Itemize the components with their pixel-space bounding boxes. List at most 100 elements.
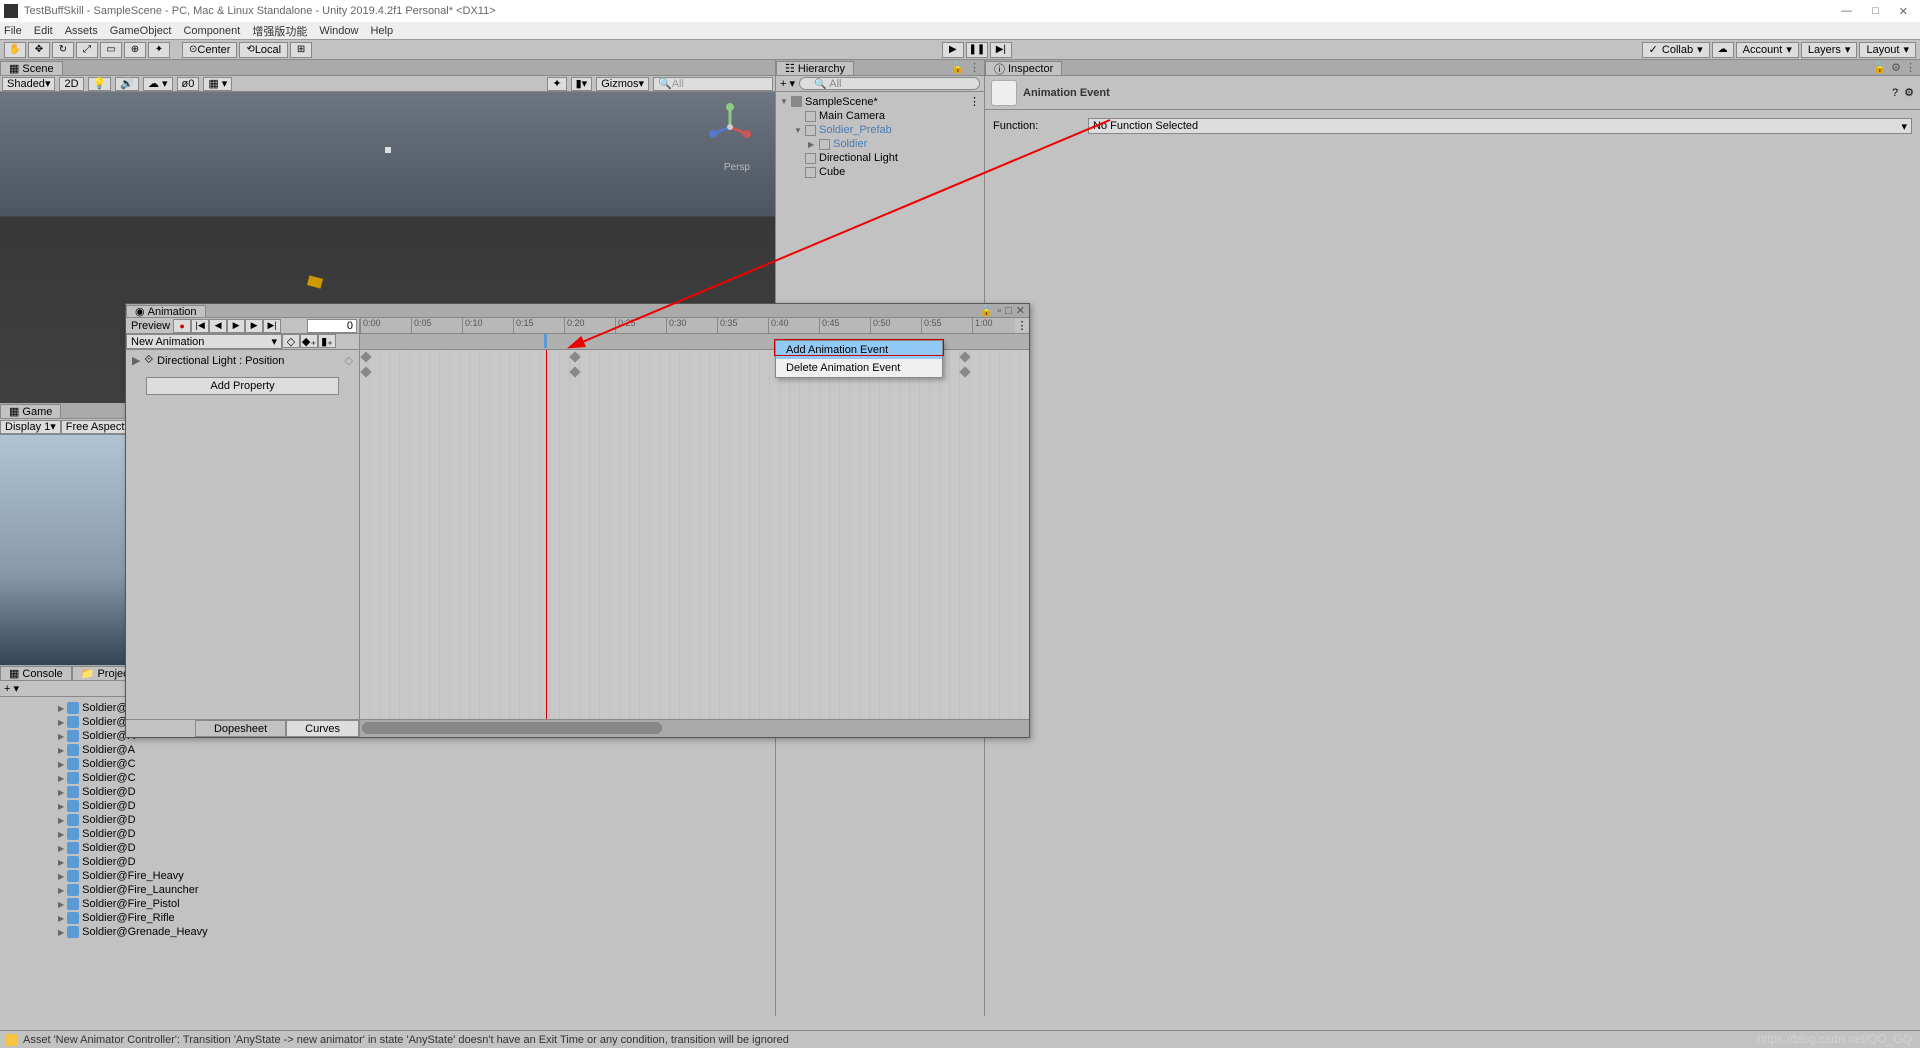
create-dropdown[interactable]: + ▾ <box>4 682 19 695</box>
asset-item[interactable]: ▶Soldier@D <box>0 799 775 813</box>
rect-tool-icon[interactable]: ▭ <box>100 42 122 58</box>
next-frame-button[interactable]: ▶ <box>245 319 263 333</box>
step-button[interactable]: ▶| <box>990 42 1012 58</box>
2d-toggle[interactable]: 2D <box>59 77 83 91</box>
close-icon[interactable]: ✕ <box>1016 304 1025 317</box>
add-property-button[interactable]: Add Property <box>146 377 339 395</box>
clip-dropdown[interactable]: New Animation▾ <box>126 334 282 349</box>
collab-dropdown[interactable]: ✓ Collab ▾ <box>1642 42 1710 58</box>
first-frame-button[interactable]: |◀ <box>191 319 209 333</box>
play-button[interactable]: ▶ <box>227 319 245 333</box>
asset-item[interactable]: ▶Soldier@D <box>0 841 775 855</box>
lock-icon[interactable]: 🔒 <box>1873 61 1887 74</box>
hierarchy-item[interactable]: Directional Light <box>776 151 984 165</box>
keyframe-indicator-icon[interactable]: ◇ <box>345 354 353 367</box>
ctx-delete-event[interactable]: Delete Animation Event <box>776 359 942 377</box>
create-dropdown[interactable]: + ▾ <box>780 77 795 90</box>
last-frame-button[interactable]: ▶| <box>263 319 281 333</box>
ruler-menu-icon[interactable]: ⋮ <box>1015 319 1029 332</box>
play-button[interactable]: ▶ <box>942 42 964 58</box>
camera-icon[interactable]: ✦ <box>547 77 566 91</box>
hierarchy-search[interactable]: 🔍 All <box>799 77 980 90</box>
hidden-toggle-icon[interactable]: ø0 <box>177 77 200 91</box>
add-event-button[interactable]: ▮₊ <box>318 334 336 348</box>
frame-input[interactable] <box>307 319 357 333</box>
scale-tool-icon[interactable]: ⤢ <box>76 42 98 58</box>
layers-dropdown[interactable]: Layers ▾ <box>1801 42 1858 58</box>
pause-button[interactable]: ❚❚ <box>966 42 988 58</box>
dopesheet-tab[interactable]: Dopesheet <box>195 720 286 737</box>
menu-gameobject[interactable]: GameObject <box>110 25 172 37</box>
tab-game[interactable]: ▦ Game <box>0 404 61 418</box>
draw-mode-dropdown[interactable]: Shaded ▾ <box>2 77 55 91</box>
record-button[interactable]: ● <box>173 319 191 333</box>
tab-scene[interactable]: ▦ Scene <box>0 61 63 75</box>
hierarchy-item[interactable]: ▼SampleScene*⋮ <box>776 94 984 109</box>
account-dropdown[interactable]: Account ▾ <box>1736 42 1799 58</box>
expand-icon[interactable]: ▶ <box>132 354 140 367</box>
function-dropdown[interactable]: No Function Selected ▾ <box>1088 118 1912 134</box>
grid-toggle-icon[interactable]: ▦ ▾ <box>203 77 232 91</box>
timeline-ruler[interactable]: 0:000:050:100:150:200:250:300:350:400:45… <box>360 318 1015 333</box>
cloud-icon[interactable]: ☁ <box>1712 42 1734 58</box>
dock-icon[interactable]: ▫ <box>997 305 1001 317</box>
menu-file[interactable]: File <box>4 25 22 37</box>
menu-icon[interactable]: ⋮ <box>1905 61 1916 74</box>
menu-help[interactable]: Help <box>370 25 393 37</box>
tools-icon[interactable]: ▮▾ <box>571 77 593 91</box>
timeline-scrollbar[interactable] <box>360 720 1029 737</box>
rotate-tool-icon[interactable]: ↻ <box>52 42 74 58</box>
asset-item[interactable]: ▶Soldier@Fire_Launcher <box>0 883 775 897</box>
fx-toggle-icon[interactable]: ☁ ▾ <box>143 77 173 91</box>
hand-tool-icon[interactable]: ✋ <box>4 42 26 58</box>
event-marker[interactable] <box>544 334 547 348</box>
asset-item[interactable]: ▶Soldier@C <box>0 757 775 771</box>
ctx-add-event[interactable]: Add Animation Event <box>776 341 942 359</box>
lock-icon[interactable]: 🔒 <box>951 61 965 74</box>
move-tool-icon[interactable]: ✥ <box>28 42 50 58</box>
menu-window[interactable]: Window <box>319 25 358 37</box>
menu-edit[interactable]: Edit <box>34 25 53 37</box>
asset-item[interactable]: ▶Soldier@A <box>0 743 775 757</box>
hierarchy-item[interactable]: Main Camera <box>776 109 984 123</box>
close-icon[interactable]: ✕ <box>1899 5 1908 18</box>
tab-inspector[interactable]: ⓘ Inspector <box>985 61 1062 75</box>
asset-item[interactable]: ▶Soldier@Grenade_Heavy <box>0 925 775 939</box>
hierarchy-item[interactable]: Cube <box>776 165 984 179</box>
asset-item[interactable]: ▶Soldier@Fire_Rifle <box>0 911 775 925</box>
minimize-icon[interactable]: — <box>1841 5 1852 18</box>
help-icon[interactable]: ? <box>1892 87 1898 99</box>
menu-extra[interactable]: 增强版功能 <box>252 23 307 39</box>
prev-frame-button[interactable]: ◀ <box>209 319 227 333</box>
layout-dropdown[interactable]: Layout ▾ <box>1859 42 1916 58</box>
hierarchy-item[interactable]: ▼Soldier_Prefab <box>776 123 984 137</box>
add-keyframe-button[interactable]: ◆₊ <box>300 334 318 348</box>
custom-tool-icon[interactable]: ✦ <box>148 42 170 58</box>
asset-item[interactable]: ▶Soldier@D <box>0 827 775 841</box>
gear-icon[interactable]: ⚙ <box>1891 61 1901 74</box>
asset-item[interactable]: ▶Soldier@D <box>0 785 775 799</box>
snap-button[interactable]: ⊞ <box>290 42 312 58</box>
tab-console[interactable]: ▦ Console <box>0 666 72 680</box>
menu-icon[interactable]: ⋮ <box>969 61 980 74</box>
pivot-local-button[interactable]: ⟲Local <box>239 42 288 58</box>
filter-button[interactable]: ◇ <box>282 334 300 348</box>
maximize-icon[interactable]: □ <box>1872 5 1879 18</box>
light-toggle-icon[interactable]: 💡 <box>88 77 112 91</box>
menu-component[interactable]: Component <box>183 25 240 37</box>
menu-assets[interactable]: Assets <box>65 25 98 37</box>
asset-item[interactable]: ▶Soldier@Fire_Pistol <box>0 897 775 911</box>
gear-icon[interactable]: ⚙ <box>1904 86 1914 99</box>
audio-toggle-icon[interactable]: 🔊 <box>115 77 139 91</box>
gizmos-dropdown[interactable]: Gizmos ▾ <box>596 77 649 91</box>
transform-tool-icon[interactable]: ⊕ <box>124 42 146 58</box>
hierarchy-item[interactable]: ▶Soldier <box>776 137 984 151</box>
dopesheet-tracks[interactable] <box>360 350 1029 719</box>
tab-animation[interactable]: ◉ Animation <box>126 305 206 317</box>
tab-hierarchy[interactable]: ☷ Hierarchy <box>776 61 854 75</box>
asset-item[interactable]: ▶Soldier@D <box>0 855 775 869</box>
asset-item[interactable]: ▶Soldier@Fire_Heavy <box>0 869 775 883</box>
scene-search[interactable]: 🔍 All <box>653 77 773 91</box>
preview-button[interactable]: Preview <box>128 320 173 332</box>
display-dropdown[interactable]: Display 1 ▾ <box>0 420 61 434</box>
